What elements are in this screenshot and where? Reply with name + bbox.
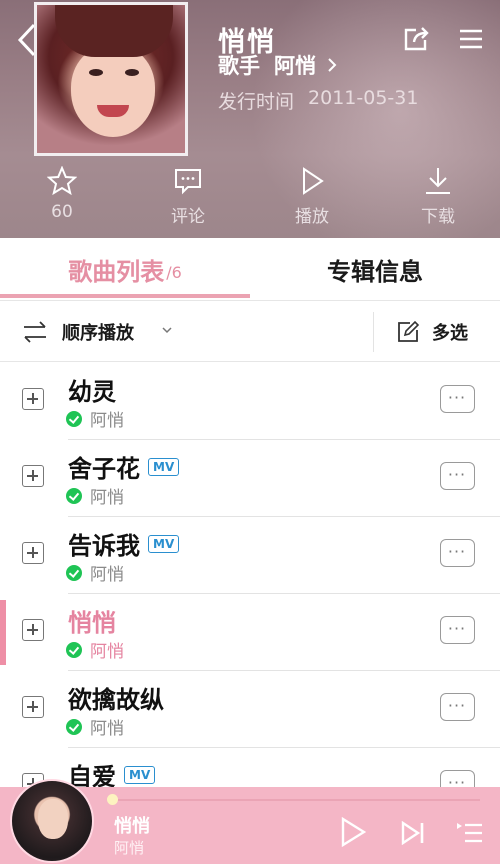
comment-label: 评论 (171, 207, 205, 227)
edit-icon[interactable] (396, 320, 420, 344)
more-options-button[interactable] (440, 616, 475, 644)
more-options-button[interactable] (440, 770, 475, 787)
favorite-count: 60 (51, 202, 73, 222)
comment-icon (175, 169, 201, 195)
list-toolbar: 顺序播放 多选 (0, 302, 500, 362)
play-icon[interactable] (340, 817, 366, 847)
mv-badge[interactable]: MV (124, 765, 156, 784)
mini-player[interactable]: 悄悄 阿悄 (0, 779, 500, 864)
progress-bar[interactable] (110, 799, 480, 801)
playlist-icon[interactable] (456, 821, 484, 845)
download-button[interactable]: 下载 (398, 166, 478, 230)
more-options-button[interactable] (440, 693, 475, 721)
tabs-divider (0, 300, 500, 301)
downloaded-check-icon (66, 564, 82, 581)
mv-badge[interactable]: MV (148, 457, 180, 476)
album-cover[interactable] (34, 2, 188, 156)
release-date: 2011-05-31 (308, 87, 419, 109)
download-icon (426, 168, 450, 194)
downloaded-check-icon (66, 487, 82, 504)
add-song-button[interactable] (22, 542, 44, 564)
cover-face (38, 799, 68, 839)
multi-select-button[interactable]: 多选 (432, 319, 468, 345)
star-icon (47, 166, 77, 196)
more-options-button[interactable] (440, 462, 475, 490)
song-row-playing[interactable]: 悄悄 阿悄 (0, 594, 500, 671)
more-options-button[interactable] (440, 385, 475, 413)
next-track-icon[interactable] (400, 821, 426, 845)
album-tabs: 歌曲列表 /6 专辑信息 (0, 238, 500, 302)
tab-song-list[interactable]: 歌曲列表 /6 (0, 238, 250, 300)
singer-name: 阿悄 (274, 54, 316, 78)
play-order-icon[interactable] (22, 320, 48, 344)
cover-eye (125, 69, 139, 76)
song-title: 幼灵 (68, 378, 116, 406)
play-order-dropdown[interactable]: 顺序播放 (62, 319, 134, 345)
download-label: 下载 (421, 207, 455, 227)
singer-label: 歌手 (218, 54, 260, 78)
song-artist: 阿悄 (90, 642, 124, 662)
more-options-button[interactable] (440, 539, 475, 567)
downloaded-check-icon (66, 718, 82, 735)
cover-hair (55, 5, 173, 57)
downloaded-check-icon (66, 410, 82, 427)
release-info: 发行时间 2011-05-31 (218, 87, 418, 114)
song-artist: 阿悄 (90, 488, 124, 508)
comment-button[interactable]: 评论 (148, 166, 228, 230)
now-playing-artist: 阿悄 (114, 839, 145, 857)
song-row[interactable]: 告诉我 MV 阿悄 (0, 517, 500, 594)
progress-handle[interactable] (107, 794, 118, 805)
tab-album-info[interactable]: 专辑信息 (250, 238, 500, 300)
song-artist: 阿悄 (90, 565, 124, 585)
add-song-button[interactable] (22, 388, 44, 410)
release-label: 发行时间 (218, 91, 295, 113)
play-all-button[interactable]: 播放 (272, 166, 352, 230)
song-artist: 阿悄 (90, 719, 124, 739)
song-title: 悄悄 (68, 609, 116, 637)
song-row[interactable]: 舍子花 MV 阿悄 (0, 440, 500, 517)
song-count: /6 (166, 262, 182, 282)
song-title: 欲擒故纵 (68, 686, 164, 714)
tab-song-list-label: 歌曲列表 (68, 257, 165, 286)
song-row[interactable]: 欲擒故纵 阿悄 (0, 671, 500, 748)
menu-icon[interactable] (458, 28, 484, 50)
toolbar-divider (373, 312, 374, 352)
active-tab-indicator (0, 294, 250, 298)
now-playing-cover[interactable] (10, 779, 94, 863)
tab-album-info-label: 专辑信息 (327, 257, 423, 286)
chevron-right-icon (328, 58, 337, 72)
downloaded-check-icon (66, 641, 82, 658)
play-label: 播放 (295, 207, 329, 227)
share-icon[interactable] (402, 26, 430, 52)
add-song-button[interactable] (22, 619, 44, 641)
add-song-button[interactable] (22, 465, 44, 487)
play-icon (303, 167, 324, 195)
song-title: 舍子花 (68, 455, 140, 483)
now-playing-title: 悄悄 (114, 816, 150, 837)
cover-eye (89, 69, 103, 76)
add-song-button[interactable] (22, 696, 44, 718)
chevron-down-icon[interactable] (162, 326, 172, 334)
song-list: 幼灵 阿悄 舍子花 MV 阿悄 告诉我 MV 阿悄 悄悄 阿悄 欲擒故纵 阿悄 自爱… (0, 363, 500, 787)
album-header: 悄悄 歌手 阿悄 发行时间 2011-05-31 60 评论 播放 下载 (0, 0, 500, 238)
favorite-button[interactable]: 60 (22, 166, 102, 230)
mv-badge[interactable]: MV (148, 534, 180, 553)
album-actions: 60 评论 播放 下载 (0, 166, 500, 230)
song-row[interactable]: 幼灵 阿悄 (0, 363, 500, 440)
singer-link[interactable]: 歌手 阿悄 (218, 50, 338, 80)
song-title: 自爱 (68, 763, 116, 787)
song-artist: 阿悄 (90, 411, 124, 431)
now-playing-indicator (0, 600, 6, 665)
song-row[interactable]: 自爱 MV (0, 748, 500, 787)
cover-face (71, 45, 155, 137)
song-title: 告诉我 (68, 532, 140, 560)
